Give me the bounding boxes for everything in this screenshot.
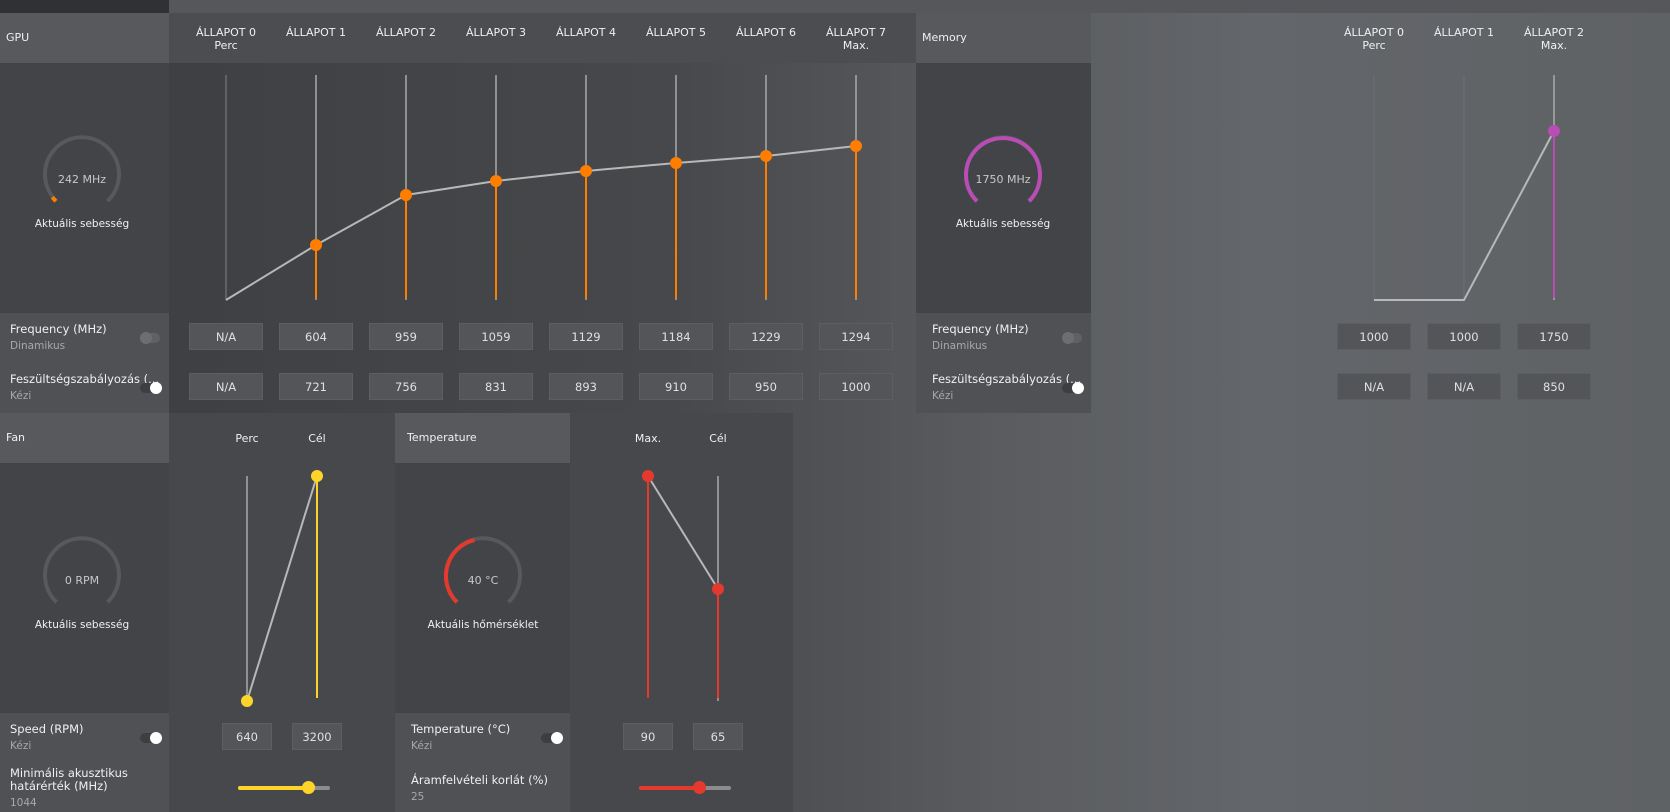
temperature-max-point [642,470,654,482]
fan-speed-min[interactable]: 640 [222,723,272,750]
memory-frequency-label: Frequency (MHz) [932,322,1029,336]
temperature-max-value[interactable]: 90 [623,723,673,750]
memory-voltage-state-1[interactable]: N/A [1427,373,1501,400]
temperature-target-point [712,583,724,595]
fan-speed-label: Speed (RPM) [10,722,84,736]
memory-voltage-row: Feszültségszabályozás (... Kézi [916,363,1091,413]
slider-knob[interactable] [692,781,706,794]
temperature-mode: Kézi [411,740,433,752]
memory-voltage-mode: Kézi [932,390,954,402]
memory-voltage-state-0[interactable]: N/A [1337,373,1411,400]
memory-voltage-state-2[interactable]: 850 [1517,373,1591,400]
fan-min-acoustic-row: Minimális akusztikus határérték (MHz) 10… [0,763,169,812]
temperature-label: Temperature (°C) [411,722,511,736]
memory-voltage-toggle[interactable] [1062,382,1084,394]
memory-frequency-state-2[interactable]: 1750 [1517,323,1591,350]
fan-speed-toggle[interactable] [140,732,162,744]
gpu-frequency-state-7[interactable]: 1294 [819,323,893,350]
memory-frequency-state-0[interactable]: 1000 [1337,323,1411,350]
memory-voltage-label: Feszültségszabályozás (... [932,372,1082,386]
fan-speed-row: Speed (RPM) Kézi [0,713,169,763]
memory-frequency-state-1[interactable]: 1000 [1427,323,1501,350]
temperature-curve [647,475,719,590]
power-limit-label: Áramfelvételi korlát (%) [411,773,548,787]
temperature-row: Temperature (°C) Kézi [395,713,570,763]
fan-speed-mode: Kézi [10,740,32,752]
slider-fill [639,786,699,790]
slider-knob[interactable] [301,781,315,794]
power-limit-row: Áramfelvételi korlát (%) 25 [395,763,570,812]
memory-frequency-toggle[interactable] [1062,332,1082,344]
memory-frequency-row: Frequency (MHz) Dinamikus [916,313,1091,363]
slider-fill [238,786,308,790]
fan-min-acoustic-value: 1044 [10,797,37,809]
power-limit-slider[interactable] [639,781,731,794]
fan-speed-target[interactable]: 3200 [292,723,342,750]
gpu-voltage-state-7[interactable]: 1000 [819,373,893,400]
fan-min-acoustic-slider[interactable] [238,781,330,794]
power-limit-value: 25 [411,791,425,803]
temperature-target-value[interactable]: 65 [693,723,743,750]
temperature-toggle[interactable] [541,732,563,744]
temperature-curve-chart [642,470,724,701]
memory-frequency-mode: Dinamikus [932,340,988,352]
fan-min-acoustic-label: Minimális akusztikus határérték (MHz) [10,766,128,793]
memory-state-2-point [1548,125,1560,137]
